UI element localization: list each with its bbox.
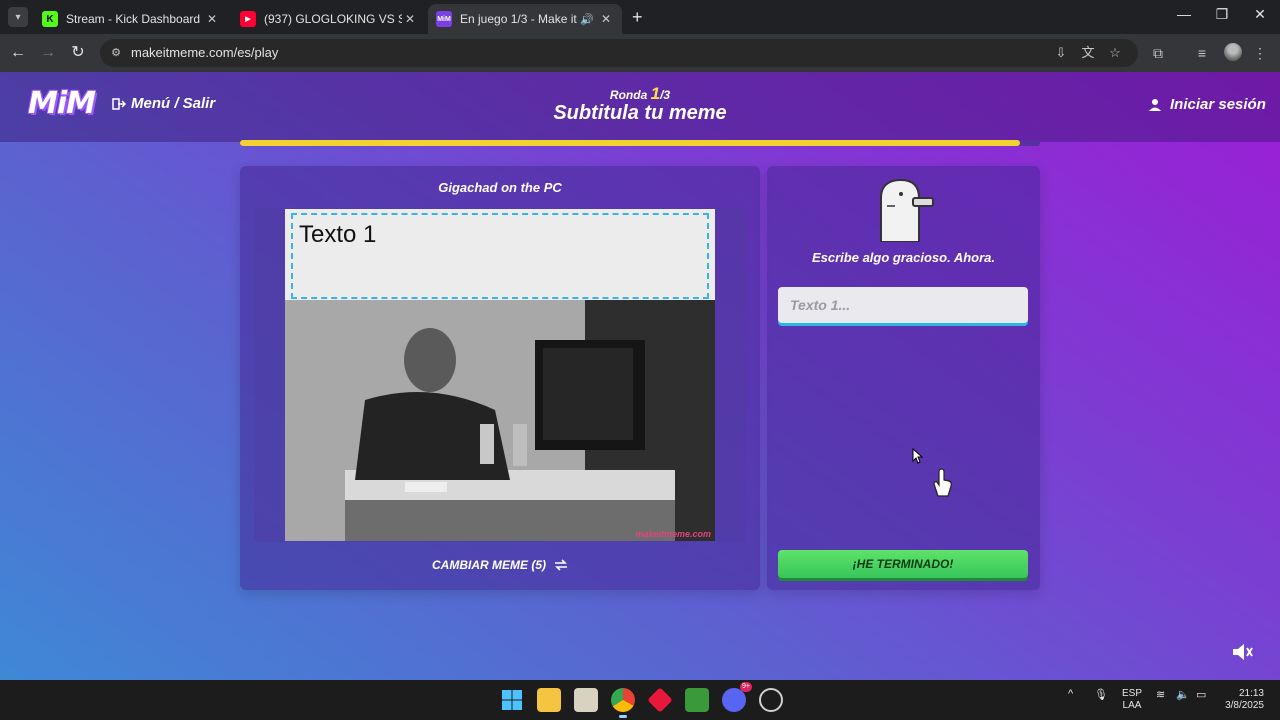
- tab-youtube[interactable]: ▶ (937) GLOGLOKING VS SHADO ✕: [232, 4, 426, 34]
- change-meme-label: CAMBIAR MEME (5): [432, 558, 546, 572]
- chrome-icon[interactable]: [611, 688, 635, 718]
- caption-area[interactable]: Texto 1: [291, 213, 709, 299]
- bookmark-star-icon[interactable]: ☆: [1106, 44, 1124, 62]
- meme-frame: Texto 1 makeitmeme.com: [254, 208, 746, 542]
- windows-start-icon[interactable]: [500, 688, 524, 712]
- windows-taskbar: 9+ ^ 🎙 ≋ 🔈 ▭: [0, 680, 1280, 720]
- media-controls-icon[interactable]: ≡: [1192, 43, 1212, 63]
- mim-logo[interactable]: MiM: [28, 86, 96, 121]
- site-info-icon[interactable]: ⚙: [108, 45, 124, 61]
- menu-exit-link[interactable]: Menú / Salir: [112, 95, 215, 112]
- discord-badge: 9+: [740, 682, 752, 692]
- profile-avatar[interactable]: [1224, 43, 1242, 61]
- user-icon: [1149, 98, 1161, 111]
- battery-icon[interactable]: ▭: [1196, 688, 1206, 701]
- round-timer-fill: [240, 140, 1020, 146]
- tab-kick-dashboard[interactable]: K Stream - Kick Dashboard ✕: [34, 4, 228, 34]
- system-clock[interactable]: 21:13 3/8/2025: [1216, 688, 1264, 712]
- file-explorer-icon[interactable]: [537, 688, 561, 712]
- change-meme-button[interactable]: CAMBIAR MEME (5): [240, 558, 760, 572]
- round-indicator: Ronda 1/3: [540, 84, 740, 104]
- meme-title: Gigachad on the PC: [438, 180, 562, 195]
- volume-icon[interactable]: 🔈: [1176, 688, 1190, 701]
- round-label: Ronda: [609, 88, 648, 102]
- watermark: makeitmeme.com: [635, 529, 711, 539]
- wifi-icon[interactable]: ≋: [1156, 688, 1165, 701]
- done-button[interactable]: ¡HE TERMINADO!: [778, 550, 1028, 578]
- exit-icon: [112, 97, 126, 110]
- caption-preview-text: Texto 1: [299, 221, 377, 248]
- extensions-icon[interactable]: ⧉: [1148, 43, 1168, 63]
- url-text[interactable]: makeitmeme.com/es/play: [131, 45, 278, 60]
- game-page: MiM Menú / Salir Ronda 1/3 Subtitula tu …: [0, 72, 1280, 680]
- speaker-icon[interactable]: 🔊: [580, 13, 594, 26]
- microsoft-store-icon[interactable]: [574, 688, 598, 712]
- photo-illustration: [285, 300, 715, 541]
- new-tab-button[interactable]: +: [632, 7, 650, 28]
- close-icon[interactable]: ✕: [598, 12, 614, 26]
- minecraft-icon[interactable]: [685, 688, 709, 712]
- clock-time: 21:13: [1238, 688, 1264, 699]
- panel-prompt: Escribe algo gracioso. Ahora.: [811, 250, 995, 265]
- tab-make-it-meme[interactable]: MiM En juego 1/3 - Make it Meme 🔊 ✕: [428, 4, 622, 34]
- meme-image: Texto 1 makeitmeme.com: [285, 209, 715, 541]
- caption-panel: Escribe algo gracioso. Ahora. ¡HE TERMIN…: [767, 166, 1040, 590]
- meme-card: Gigachad on the PC Texto 1 makeitmeme.co…: [240, 166, 760, 590]
- tab-search-button[interactable]: ▾: [8, 7, 28, 27]
- translate-icon[interactable]: 文: [1079, 44, 1097, 62]
- gigachad-photo: makeitmeme.com: [285, 300, 715, 541]
- reload-icon[interactable]: ↻: [68, 43, 88, 63]
- show-hidden-icons-icon[interactable]: ^: [1068, 688, 1073, 700]
- microphone-icon[interactable]: 🎙: [1094, 688, 1108, 701]
- address-bar[interactable]: ⚙ makeitmeme.com/es/play ⇩ 文 ☆: [100, 39, 1138, 67]
- kick-icon: K: [42, 11, 58, 27]
- login-label: Iniciar sesión: [1170, 96, 1266, 113]
- close-icon[interactable]: ✕: [402, 12, 418, 26]
- youtube-icon: ▶: [240, 11, 256, 27]
- tab-title: En juego 1/3 - Make it Meme: [460, 12, 580, 26]
- round-current: 1: [650, 84, 661, 103]
- close-icon[interactable]: ✕: [204, 12, 220, 26]
- login-link[interactable]: Iniciar sesión: [1148, 96, 1266, 113]
- forward-icon[interactable]: →: [38, 43, 58, 63]
- language-indicator[interactable]: ESP LAA: [1122, 688, 1142, 712]
- restore-icon[interactable]: ❐: [1212, 6, 1232, 23]
- menu-kebab-icon[interactable]: ⋮: [1250, 43, 1270, 63]
- browser-toolbar: ← → ↻ ⚙ makeitmeme.com/es/play ⇩ 文 ☆ ⧉ ≡…: [0, 34, 1280, 72]
- minimize-icon[interactable]: —: [1174, 6, 1194, 22]
- close-window-icon[interactable]: ✕: [1250, 6, 1270, 23]
- caption-input[interactable]: [778, 287, 1028, 323]
- shuffle-icon: [555, 559, 567, 571]
- round-timer-bar: [240, 140, 1040, 146]
- mim-icon: MiM: [436, 11, 452, 27]
- game-header: MiM Menú / Salir Ronda 1/3 Subtitula tu …: [0, 72, 1280, 142]
- windows-logo-icon: [502, 690, 522, 710]
- language-code: ESP: [1122, 688, 1143, 699]
- sound-toggle-icon[interactable]: [1230, 640, 1254, 664]
- tab-title: Stream - Kick Dashboard: [66, 12, 201, 26]
- keyboard-layout: LAA: [1122, 700, 1142, 711]
- stage-title: Subtitula tu meme: [553, 102, 727, 124]
- menu-exit-label: Menú / Salir: [131, 95, 216, 112]
- install-app-icon[interactable]: ⇩: [1052, 44, 1070, 62]
- mouse-pointer-icon: [912, 448, 924, 464]
- steam-icon[interactable]: [759, 688, 783, 712]
- back-icon[interactable]: ←: [8, 43, 28, 63]
- hand-cursor-icon: [933, 468, 952, 497]
- app-red-diamond-icon[interactable]: [647, 687, 673, 713]
- round-total: /3: [660, 88, 671, 102]
- tab-title: (937) GLOGLOKING VS SHADO: [264, 12, 402, 26]
- discord-icon[interactable]: 9+: [722, 682, 752, 712]
- clock-date: 3/8/2025: [1225, 700, 1264, 711]
- mascot-icon: [880, 178, 934, 242]
- browser-tab-bar: ▾ K Stream - Kick Dashboard ✕ ▶ (937) GL…: [0, 0, 1280, 34]
